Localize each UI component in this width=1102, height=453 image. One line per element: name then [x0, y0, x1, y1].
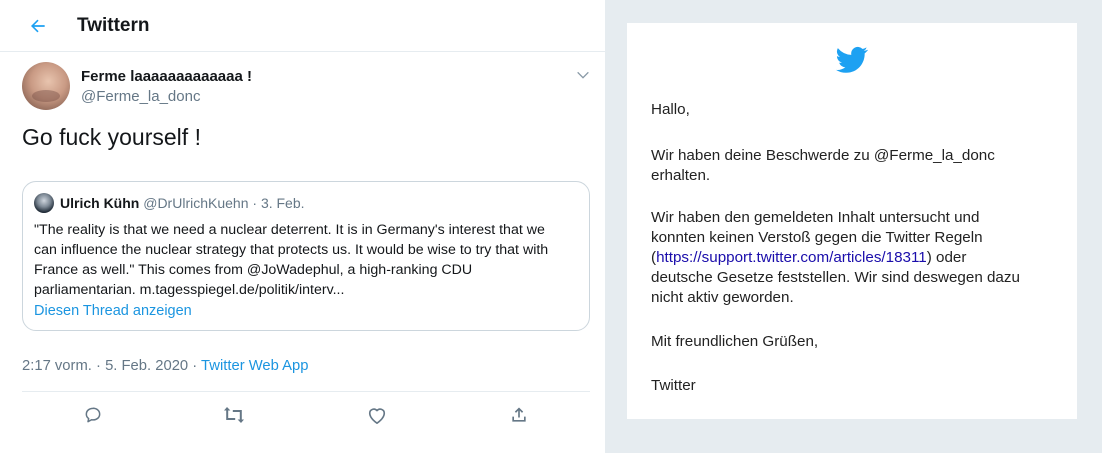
quoted-author-handle: @DrUlrichKuehn — [143, 195, 249, 211]
email-paragraph-received: Wir haben deine Beschwerde zu @Ferme_la_… — [651, 146, 1051, 186]
email-line-tail: ) oder — [926, 249, 967, 266]
reply-button[interactable] — [81, 403, 105, 427]
like-button[interactable] — [365, 403, 389, 427]
rules-link[interactable]: https://support.twitter.com/articles/183… — [656, 249, 927, 266]
chevron-down-icon — [577, 71, 589, 79]
tweet-menu-button[interactable] — [572, 64, 594, 86]
email-line: nicht aktiv geworden. — [651, 289, 794, 306]
author-name[interactable]: Ferme laaaaaaaaaaaaa ! — [81, 68, 252, 85]
quoted-text: "The reality is that we need a nuclear d… — [34, 220, 580, 300]
tweet-time[interactable]: 2:17 vorm. — [22, 358, 92, 374]
tweet-source-link[interactable]: Twitter Web App — [201, 358, 308, 374]
email-panel: Hallo, Wir haben deine Beschwerde zu @Fe… — [606, 0, 1102, 453]
email-line: erhalten. — [651, 167, 711, 184]
email-greeting: Hallo, — [651, 101, 690, 118]
quoted-tweet[interactable]: Ulrich Kühn @DrUlrichKuehn · 3. Feb. "Th… — [22, 181, 590, 331]
back-arrow-icon — [31, 19, 45, 33]
twitter-bird-icon — [836, 46, 868, 73]
meta-separator: · — [91, 358, 106, 374]
email-paragraph-body: Wir haben den gemeldeten Inhalt untersuc… — [651, 208, 1051, 308]
quoted-text-line: can influence the nuclear strategy that … — [34, 242, 549, 258]
email-line: (https://support.twitter.com/articles/18… — [651, 248, 1051, 268]
like-icon — [368, 408, 386, 424]
tweet-panel: Twittern Ferme laaaaaaaaaaaaa ! @Ferme_l… — [0, 0, 606, 453]
tweet-date[interactable]: 5. Feb. 2020 — [105, 358, 188, 374]
author-handle[interactable]: @Ferme_la_donc — [81, 88, 200, 105]
email-line: Wir haben den gemeldeten Inhalt untersuc… — [651, 209, 980, 226]
share-button[interactable] — [507, 403, 531, 427]
email-line: Wir haben deine Beschwerde zu @Ferme_la_… — [651, 147, 995, 164]
divider — [22, 391, 590, 392]
reply-icon — [85, 407, 101, 423]
email-closing: Mit freundlichen Grüßen, — [651, 333, 819, 350]
quoted-separator: · — [248, 195, 261, 211]
tweet-timestamp: 2:17 vorm. · 5. Feb. 2020 · Twitter Web … — [22, 358, 309, 374]
email-line: deutsche Gesetze feststellen. Wir sind d… — [651, 269, 1020, 286]
quoted-text-line: "The reality is that we need a nuclear d… — [34, 222, 545, 238]
quoted-author-avatar — [34, 193, 54, 213]
author-avatar[interactable] — [22, 62, 70, 110]
quoted-text-line: France as well." This comes from @JoWade… — [34, 262, 473, 278]
quoted-author-name: Ulrich Kühn — [60, 195, 140, 211]
retweet-icon — [224, 407, 244, 423]
tweet-text: Go fuck yourself ! — [22, 124, 201, 150]
tweet-header: Twittern — [0, 0, 605, 52]
retweet-button[interactable] — [222, 403, 246, 427]
email-card: Hallo, Wir haben deine Beschwerde zu @Fe… — [627, 23, 1077, 419]
page-title: Twittern — [77, 15, 150, 36]
email-line: konnten keinen Verstoß gegen die Twitter… — [651, 229, 983, 246]
show-thread-link[interactable]: Diesen Thread anzeigen — [34, 303, 192, 319]
back-button[interactable] — [24, 12, 52, 40]
quoted-text-line: parliamentarian. m.tagesspiegel.de/polit… — [34, 282, 345, 298]
quoted-date: 3. Feb. — [260, 195, 305, 211]
quoted-header: Ulrich Kühn @DrUlrichKuehn · 3. Feb. — [60, 195, 305, 211]
email-signature: Twitter — [651, 377, 696, 394]
share-icon — [512, 407, 526, 422]
meta-separator: · — [188, 358, 202, 374]
